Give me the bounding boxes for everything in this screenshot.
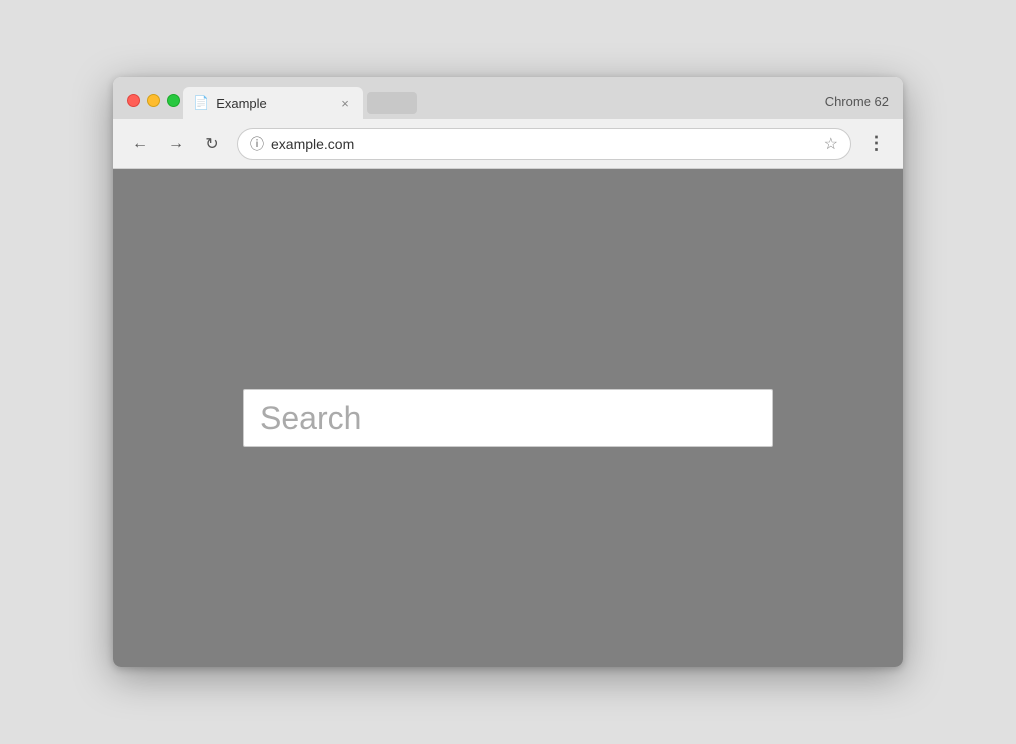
new-tab-button[interactable] xyxy=(367,92,417,114)
traffic-lights xyxy=(127,94,180,107)
search-input[interactable] xyxy=(243,389,773,447)
address-bar[interactable]: ⓘ example.com ☆ xyxy=(237,128,851,160)
tab-close-button[interactable]: × xyxy=(337,95,353,111)
back-button[interactable]: ← xyxy=(125,129,155,159)
page-content xyxy=(113,169,903,667)
active-tab[interactable]: 📄 Example × xyxy=(183,87,363,119)
forward-button[interactable]: → xyxy=(161,129,191,159)
chrome-version-label: Chrome 62 xyxy=(825,94,889,109)
reload-button[interactable]: ↻ xyxy=(197,129,227,159)
tab-title: Example xyxy=(216,96,330,111)
bookmark-star-icon[interactable]: ☆ xyxy=(824,134,838,154)
tab-area: 📄 Example × xyxy=(183,87,893,119)
info-icon: ⓘ xyxy=(250,134,264,154)
url-text: example.com xyxy=(271,136,817,152)
nav-bar: ← → ↻ ⓘ example.com ☆ ⋮ xyxy=(113,119,903,169)
chrome-menu-button[interactable]: ⋮ xyxy=(861,129,891,159)
tab-icon: 📄 xyxy=(193,95,209,111)
browser-window: 📄 Example × Chrome 62 ← → ↻ ⓘ example.co… xyxy=(113,77,903,667)
close-button[interactable] xyxy=(127,94,140,107)
maximize-button[interactable] xyxy=(167,94,180,107)
minimize-button[interactable] xyxy=(147,94,160,107)
tab-bar: 📄 Example × Chrome 62 xyxy=(113,77,903,119)
